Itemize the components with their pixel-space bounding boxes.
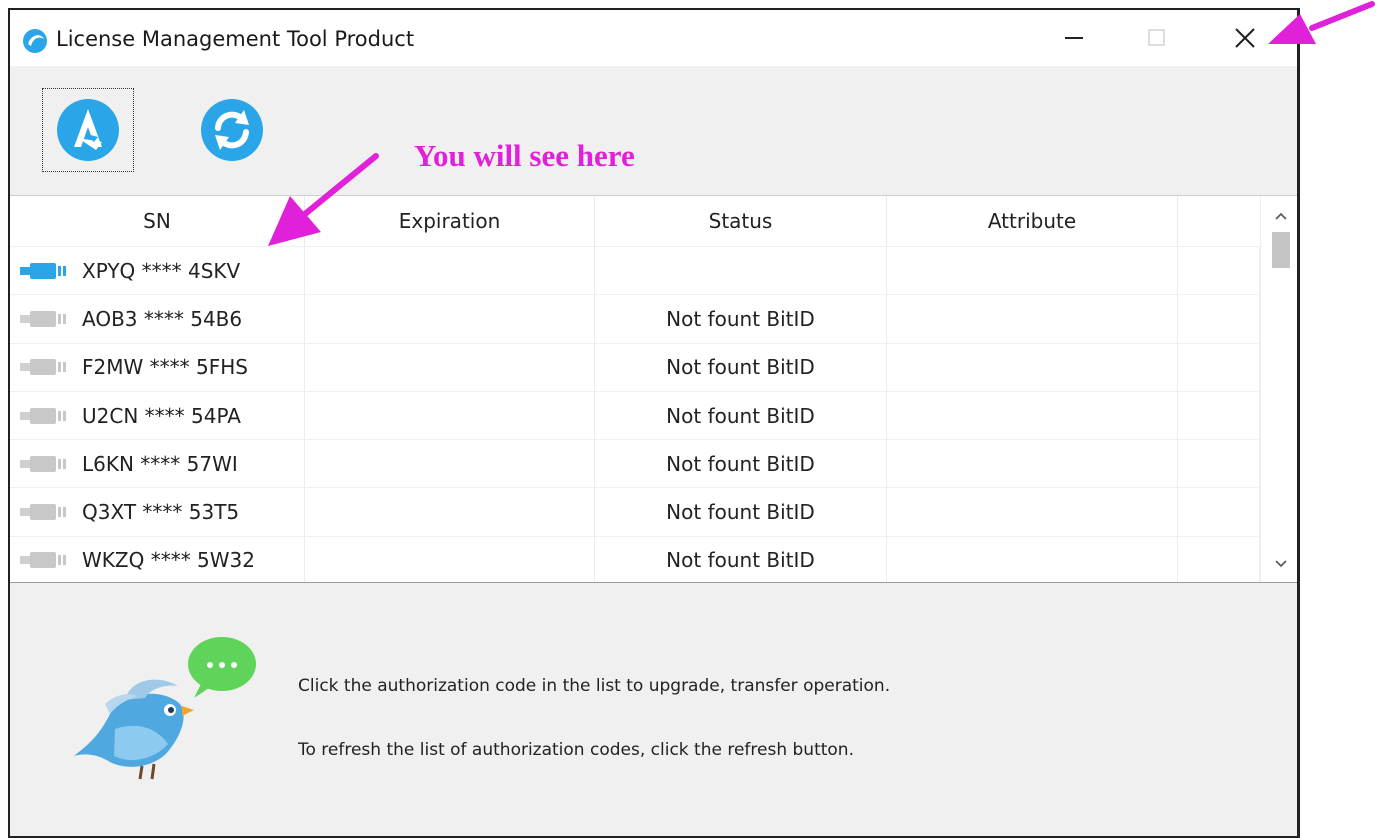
usb-key-inactive-icon — [20, 504, 66, 521]
maximize-icon — [1148, 29, 1165, 46]
scroll-thumb[interactable] — [1272, 232, 1290, 268]
filler-cell — [1178, 247, 1260, 295]
maximize-button[interactable] — [1112, 10, 1202, 66]
table-row[interactable]: L6KN **** 57WI Not fount BitID — [10, 440, 1260, 489]
usb-key-active-icon — [20, 262, 66, 279]
sn-value: WKZQ **** 5W32 — [82, 548, 255, 573]
list-header: SN Expiration Status Attribute — [10, 196, 1260, 247]
close-icon — [1235, 28, 1255, 48]
table-row[interactable]: F2MW **** 5FHS Not fount BitID — [10, 343, 1260, 392]
app-logo-icon — [57, 99, 119, 161]
table-row[interactable]: Q3XT **** 53T5 Not fount BitID — [10, 488, 1260, 537]
filler-cell — [1178, 343, 1260, 391]
authorize-button[interactable] — [42, 88, 134, 172]
status-cell: Not fount BitID — [595, 391, 887, 440]
toolbar — [10, 66, 1297, 194]
filler-cell — [1178, 488, 1260, 536]
minimize-icon — [1065, 37, 1083, 39]
expiration-cell — [305, 391, 595, 440]
status-cell: Not fount BitID — [595, 295, 887, 343]
window-title: License Management Tool Product — [56, 27, 415, 51]
license-list: SN Expiration Status Attribute XPYQ ****… — [10, 195, 1297, 583]
sn-cell: XPYQ **** 4SKV — [10, 247, 305, 295]
scroll-down-button[interactable] — [1261, 546, 1297, 582]
status-cell: Not fount BitID — [595, 536, 887, 582]
attribute-cell — [887, 536, 1178, 582]
table-row[interactable]: AOB3 **** 54B6 Not fount BitID — [10, 295, 1260, 344]
close-button[interactable] — [1200, 10, 1290, 66]
column-header-attribute[interactable]: Attribute — [887, 196, 1178, 246]
sn-cell: Q3XT **** 53T5 — [10, 488, 305, 536]
filler-cell — [1178, 295, 1260, 343]
status-cell: Not fount BitID — [595, 343, 887, 391]
info-panel: Click the authorization code in the list… — [10, 584, 1297, 836]
chevron-up-icon — [1275, 212, 1287, 220]
minimize-button[interactable] — [1030, 10, 1120, 66]
sn-value: L6KN **** 57WI — [82, 451, 238, 476]
app-logo-icon — [23, 29, 47, 53]
sn-value: AOB3 **** 54B6 — [82, 306, 243, 331]
sn-cell: L6KN **** 57WI — [10, 440, 305, 488]
column-header-expiration[interactable]: Expiration — [305, 196, 595, 246]
expiration-cell — [305, 247, 595, 295]
refresh-icon — [201, 99, 263, 161]
expiration-cell — [305, 343, 595, 391]
license-tool-window: License Management Tool Product You will… — [8, 8, 1300, 838]
status-cell — [595, 247, 887, 295]
title-bar: License Management Tool Product — [10, 10, 1297, 66]
sn-value: Q3XT **** 53T5 — [82, 500, 240, 525]
expiration-cell — [305, 295, 595, 343]
vertical-scrollbar[interactable] — [1260, 196, 1297, 582]
status-cell: Not fount BitID — [595, 488, 887, 536]
table-row[interactable]: U2CN **** 54PA Not fount BitID — [10, 391, 1260, 441]
attribute-cell — [887, 247, 1178, 295]
usb-key-inactive-icon — [20, 310, 66, 327]
attribute-cell — [887, 295, 1178, 343]
usb-key-inactive-icon — [20, 407, 66, 424]
attribute-cell — [887, 488, 1178, 536]
table-row[interactable]: XPYQ **** 4SKV — [10, 247, 1260, 296]
sn-cell: U2CN **** 54PA — [10, 391, 305, 440]
attribute-cell — [887, 391, 1178, 440]
sn-value: U2CN **** 54PA — [82, 403, 241, 428]
status-cell: Not fount BitID — [595, 440, 887, 488]
attribute-cell — [887, 343, 1178, 391]
filler-cell — [1178, 391, 1260, 440]
expiration-cell — [305, 488, 595, 536]
usb-key-inactive-icon — [20, 455, 66, 472]
hint-refresh-text: To refresh the list of authorization cod… — [298, 740, 854, 760]
list-rows: XPYQ **** 4SKV AOB3 **** 54B6 Not fount … — [10, 247, 1260, 582]
scroll-up-button[interactable] — [1261, 198, 1297, 234]
filler-cell — [1178, 440, 1260, 488]
sn-cell: F2MW **** 5FHS — [10, 343, 305, 391]
filler-cell — [1178, 536, 1260, 582]
expiration-cell — [305, 440, 595, 488]
sn-value: XPYQ **** 4SKV — [82, 258, 241, 283]
bird-mascot-icon — [74, 637, 256, 780]
sn-value: F2MW **** 5FHS — [82, 355, 248, 380]
hint-upgrade-text: Click the authorization code in the list… — [298, 676, 891, 696]
column-header-filler — [1178, 196, 1260, 246]
sn-cell: AOB3 **** 54B6 — [10, 295, 305, 343]
column-header-status[interactable]: Status — [595, 196, 887, 246]
sn-cell: WKZQ **** 5W32 — [10, 536, 305, 582]
annotation-label: You will see here — [414, 138, 635, 173]
table-row[interactable]: WKZQ **** 5W32 Not fount BitID — [10, 536, 1260, 582]
usb-key-inactive-icon — [20, 552, 66, 569]
chevron-down-icon — [1275, 560, 1287, 568]
usb-key-inactive-icon — [20, 359, 66, 376]
refresh-button[interactable] — [186, 88, 278, 172]
column-header-sn[interactable]: SN — [10, 196, 305, 246]
expiration-cell — [305, 536, 595, 582]
attribute-cell — [887, 440, 1178, 488]
